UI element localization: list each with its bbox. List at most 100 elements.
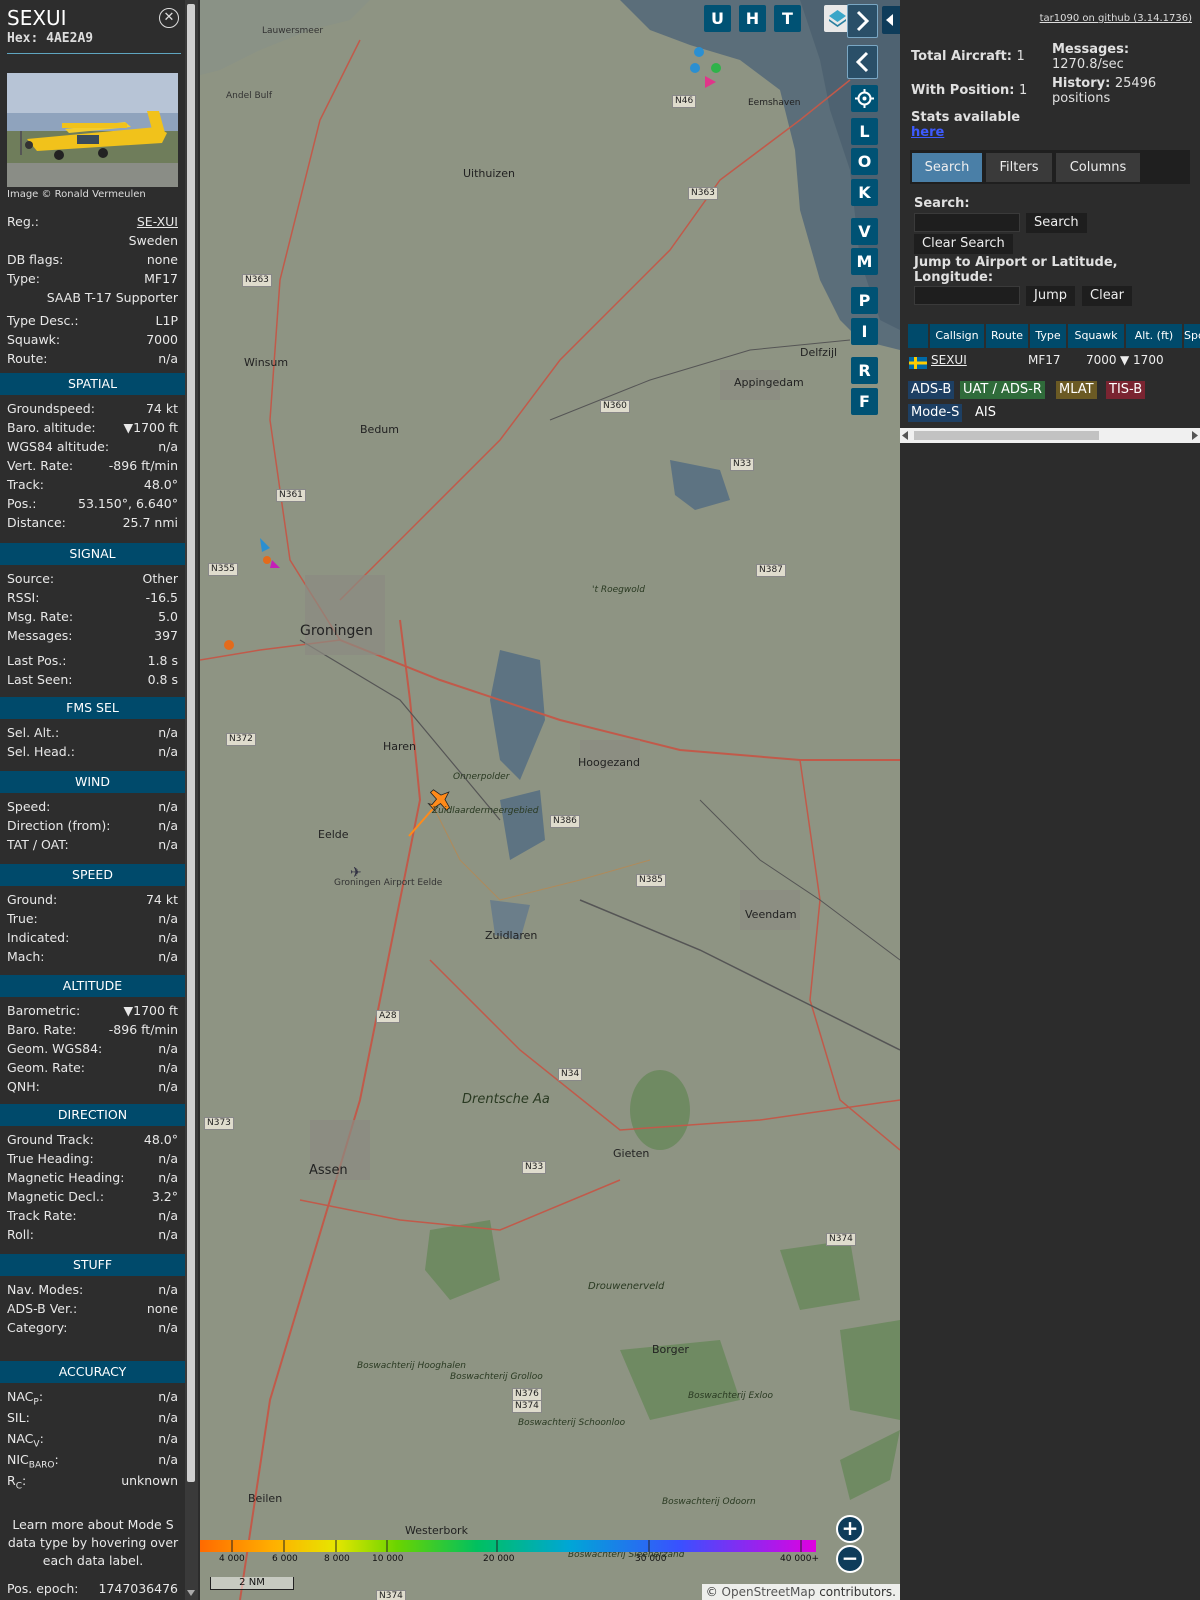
row-value: -16.5 bbox=[145, 590, 178, 605]
map-place-label: Boswachterij Exloo bbox=[688, 1391, 774, 1401]
section-header-wind: WIND bbox=[0, 771, 185, 793]
table-header-type[interactable]: Type bbox=[1030, 324, 1066, 348]
osm-link[interactable]: OpenStreetMap bbox=[722, 1585, 816, 1599]
row-label: Geom. Rate: bbox=[7, 1060, 86, 1075]
collapse-panel-button[interactable] bbox=[847, 45, 878, 79]
clear-search-button[interactable]: Clear Search bbox=[914, 234, 1013, 254]
map-button-u[interactable]: U bbox=[704, 5, 731, 32]
row-callsign[interactable]: SEXUI bbox=[931, 350, 967, 370]
map-button-i[interactable]: I bbox=[851, 318, 878, 345]
scroll-right-icon[interactable] bbox=[1192, 431, 1198, 440]
table-horizontal-scrollbar[interactable] bbox=[900, 428, 1200, 443]
row-label: RC: bbox=[7, 1473, 27, 1492]
row-value: n/a bbox=[158, 1227, 178, 1242]
map-button-v[interactable]: V bbox=[851, 218, 878, 245]
stuff-row: Category: n/a bbox=[7, 1320, 178, 1338]
row-label: Indicated: bbox=[7, 930, 70, 945]
jump-button[interactable]: Jump bbox=[1026, 286, 1075, 306]
map-place-label: Drentsche Aa bbox=[462, 1092, 550, 1107]
jump-label: Jump to Airport or Latitude, Longitude: bbox=[914, 255, 1118, 285]
spatial-row: Pos.: 53.150°, 6.640° bbox=[7, 496, 178, 514]
spatial-row: Track: 48.0° bbox=[7, 477, 178, 495]
settings-button[interactable] bbox=[851, 85, 878, 112]
direction-row: Magnetic Heading: n/a bbox=[7, 1170, 178, 1188]
map-place-label: Assen bbox=[309, 1163, 348, 1178]
source-legend-ais[interactable]: AIS bbox=[972, 404, 999, 422]
row-label: TAT / OAT: bbox=[7, 837, 69, 852]
jump-input[interactable] bbox=[914, 286, 1020, 305]
source-legend-tis-b[interactable]: TIS-B bbox=[1106, 381, 1146, 399]
scroll-down-icon[interactable] bbox=[187, 1590, 195, 1596]
tab-search[interactable]: Search bbox=[912, 153, 982, 182]
table-header-squawk[interactable]: Squawk bbox=[1068, 324, 1124, 348]
source-legend-ads-b[interactable]: ADS-B bbox=[908, 381, 955, 399]
road-label: N33 bbox=[522, 1161, 547, 1174]
row-value: n/a bbox=[158, 1431, 178, 1446]
history-stat: History: 25496 positions bbox=[1052, 76, 1157, 106]
signal-row: RSSI: -16.5 bbox=[7, 590, 178, 608]
row-value: n/a bbox=[158, 949, 178, 964]
search-input[interactable] bbox=[914, 213, 1020, 232]
map-button-m[interactable]: M bbox=[851, 248, 878, 275]
map-view[interactable]: ✈ Groningen Uithuizen Winsum Bedum Appingeda… bbox=[200, 0, 900, 1600]
scrollbar-thumb[interactable] bbox=[187, 4, 195, 1482]
map-button-p[interactable]: P bbox=[851, 287, 878, 314]
table-header-callsign[interactable]: Callsign bbox=[930, 324, 984, 348]
row-label: Distance: bbox=[7, 515, 66, 530]
close-icon[interactable]: ✕ bbox=[159, 8, 179, 28]
map-button-f[interactable]: F bbox=[851, 388, 878, 415]
clear-button[interactable]: Clear bbox=[1082, 286, 1132, 306]
map-button-o[interactable]: O bbox=[851, 148, 878, 175]
zoom-out-button[interactable]: − bbox=[836, 1545, 864, 1573]
map-button-k[interactable]: K bbox=[851, 179, 878, 206]
road-label: N361 bbox=[276, 489, 306, 502]
search-button[interactable]: Search bbox=[1026, 213, 1087, 233]
row-label: Messages: bbox=[7, 628, 73, 643]
expand-panel-button[interactable] bbox=[847, 4, 878, 38]
row-value: n/a bbox=[158, 744, 178, 759]
divider bbox=[7, 53, 181, 54]
row-value: 25.7 nmi bbox=[122, 515, 178, 530]
map-place-label: Bedum bbox=[360, 423, 399, 436]
row-label: Source: bbox=[7, 571, 55, 586]
toggle-split-button[interactable] bbox=[882, 6, 900, 34]
source-legend-uat-ads-r[interactable]: UAT / ADS-R bbox=[960, 381, 1045, 399]
aircraft-photo[interactable] bbox=[7, 73, 178, 187]
table-header-altitude[interactable]: Alt. (ft) bbox=[1126, 324, 1182, 348]
row-value: -896 ft/min bbox=[108, 458, 178, 473]
row-value: n/a bbox=[158, 1282, 178, 1297]
accuracy-row: NICBARO: n/a bbox=[7, 1452, 178, 1471]
signal-row: Last Pos.: 1.8 s bbox=[7, 653, 178, 671]
altitude-row: Baro. Rate: -896 ft/min bbox=[7, 1022, 178, 1040]
row-label: NACV: bbox=[7, 1431, 44, 1450]
stuff-row: Nav. Modes: n/a bbox=[7, 1282, 178, 1300]
source-legend-mlat[interactable]: MLAT bbox=[1056, 381, 1097, 399]
table-header-route[interactable]: Route bbox=[986, 324, 1028, 348]
scroll-left-icon[interactable] bbox=[902, 431, 908, 440]
row-label: Baro. Rate: bbox=[7, 1022, 77, 1037]
stats-link[interactable]: here bbox=[911, 125, 944, 140]
tab-columns[interactable]: Columns bbox=[1056, 153, 1140, 182]
source-legend-mode-s[interactable]: Mode-S bbox=[908, 404, 963, 422]
map-place-label: Gieten bbox=[613, 1147, 650, 1160]
map-button-t[interactable]: T bbox=[774, 5, 801, 32]
table-header-flag bbox=[908, 324, 928, 348]
map-place-label: Zuidlaren bbox=[485, 929, 538, 942]
table-header-speed[interactable]: Spd bbox=[1184, 324, 1200, 348]
map-button-l[interactable]: L bbox=[851, 118, 878, 145]
row-squawk: 7000 bbox=[1086, 353, 1117, 367]
scrollbar-thumb[interactable] bbox=[914, 431, 1099, 440]
map-button-r[interactable]: R bbox=[851, 357, 878, 384]
zoom-in-button[interactable]: + bbox=[836, 1515, 864, 1543]
registration-link[interactable]: SE-XUI bbox=[137, 214, 178, 229]
squawk-row: Squawk: 7000 bbox=[7, 332, 178, 347]
tab-filters[interactable]: Filters bbox=[986, 153, 1052, 182]
altitude-scale-label: 20 000 bbox=[483, 1554, 515, 1564]
section-header-stuff: STUFF bbox=[0, 1254, 185, 1276]
info-panel-scrollbar[interactable] bbox=[185, 0, 198, 1600]
section-header-fms: FMS SEL bbox=[0, 697, 185, 719]
github-link[interactable]: tar1090 on github (3.14.1736) bbox=[1040, 13, 1192, 24]
map-button-h[interactable]: H bbox=[739, 5, 766, 32]
accuracy-row: RC: unknown bbox=[7, 1473, 178, 1492]
spatial-row: Groundspeed: 74 kt bbox=[7, 401, 178, 419]
